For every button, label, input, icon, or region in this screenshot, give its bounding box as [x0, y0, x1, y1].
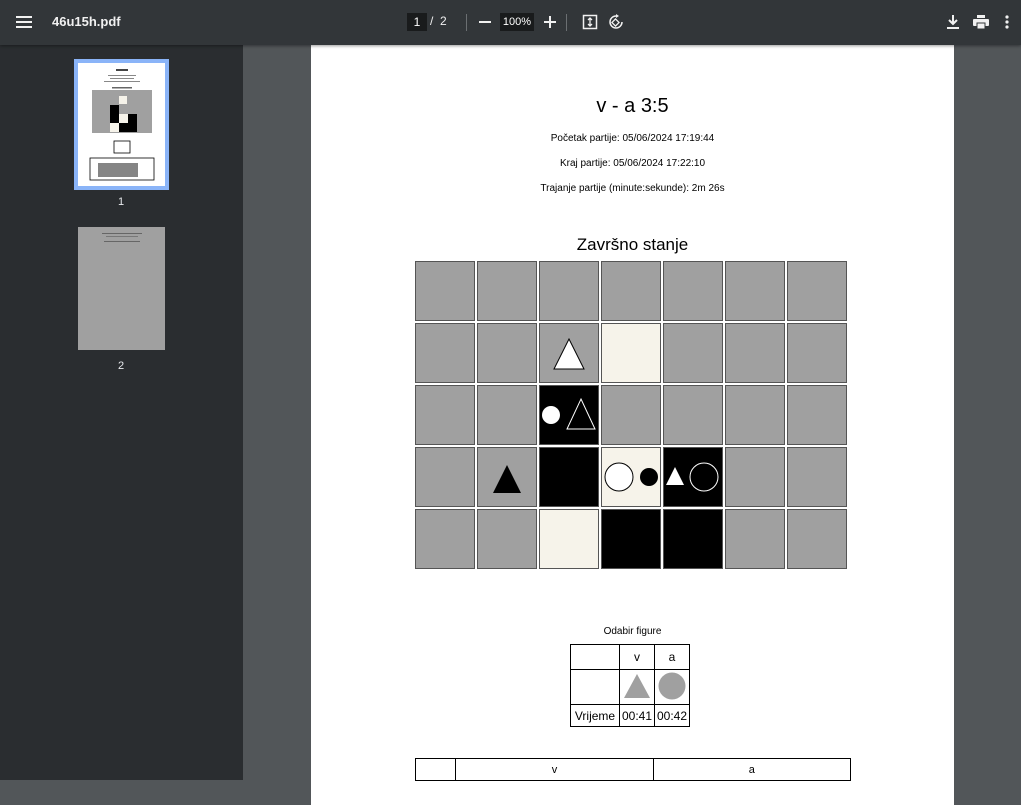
selection-time-cell: 00:42 [654, 704, 690, 727]
board-cell [725, 385, 785, 445]
board-cell [787, 447, 847, 507]
board-cell [477, 509, 537, 569]
board-cell [601, 385, 661, 445]
moves-header-cell: v [455, 758, 654, 781]
toolbar-divider [566, 14, 567, 31]
fit-page-button[interactable] [579, 11, 601, 33]
board-cell [725, 323, 785, 383]
board-cell [477, 323, 537, 383]
white-triangle-and-circle-pieces [666, 462, 719, 492]
white-triangle-piece [553, 337, 585, 370]
board-cell [415, 385, 475, 445]
download-icon [947, 15, 959, 29]
triangle-icon [624, 673, 650, 698]
board-cell [725, 447, 785, 507]
selection-figure-cell [619, 669, 655, 705]
zoom-input[interactable]: 100% [500, 13, 534, 31]
selection-header-cell: v [619, 644, 655, 670]
minus-icon [479, 21, 491, 23]
board-cell [725, 509, 785, 569]
board-cell [725, 261, 785, 321]
board-cell [539, 261, 599, 321]
board-cell [415, 261, 475, 321]
board-cell [601, 509, 661, 569]
board-cell [663, 385, 723, 445]
board-cell [477, 261, 537, 321]
download-button[interactable] [943, 11, 963, 33]
page-thumbnail-1[interactable] [74, 59, 169, 190]
printer-icon [973, 15, 989, 29]
selection-time-cell: 00:41 [619, 704, 655, 727]
moves-table: v a [414, 758, 852, 781]
thumbnail-number: 2 [117, 360, 125, 372]
game-duration: Trajanje partije (minute:sekunde): 2m 26… [540, 183, 725, 194]
board-cell [415, 323, 475, 383]
pdf-toolbar: 46u15h.pdf 1 / 2 100% [0, 0, 1021, 45]
page-separator: / [430, 14, 434, 28]
board-cell [663, 509, 723, 569]
board-cell [601, 261, 661, 321]
rotate-button[interactable] [605, 11, 627, 33]
black-triangle-piece [493, 465, 521, 493]
page-2-preview [78, 227, 165, 350]
game-start-time: Početak partije: 05/06/2024 17:19:44 [550, 133, 715, 144]
board-cell [601, 323, 661, 383]
circle-icon [658, 672, 686, 699]
more-vert-icon [1005, 15, 1009, 29]
selection-figure-cell [654, 669, 690, 705]
game-end-time: Kraj partije: 05/06/2024 17:22:10 [559, 158, 706, 169]
board-cell [663, 261, 723, 321]
selection-table: v a Vrijeme 00:41 00:42 [570, 644, 690, 727]
selection-caption: Odabir figure [603, 626, 662, 637]
selection-header-cell [570, 644, 620, 670]
page-1-preview [78, 63, 165, 186]
game-title: v - a 3:5 [596, 95, 669, 117]
thumbnail-number: 1 [117, 196, 125, 208]
board-cell [787, 323, 847, 383]
fit-to-page-icon [582, 14, 598, 30]
page-thumbnail-2[interactable] [78, 227, 165, 350]
rotate-icon [609, 14, 623, 29]
board-cell [539, 447, 599, 507]
board-cell [787, 261, 847, 321]
zoom-out-button[interactable] [476, 11, 494, 33]
zoom-in-button[interactable] [542, 11, 558, 33]
print-button[interactable] [970, 11, 992, 33]
moves-header-cell: a [652, 758, 852, 781]
board-cell [663, 323, 723, 383]
more-actions-button[interactable] [1000, 11, 1014, 33]
board-cell [415, 447, 475, 507]
board-cell [539, 509, 599, 569]
page-number-input[interactable]: 1 [407, 13, 427, 31]
selection-figure-cell [570, 669, 620, 705]
board-cell [787, 509, 847, 569]
plus-icon [544, 16, 556, 28]
board-cell [415, 509, 475, 569]
white-and-black-circle-pieces [604, 462, 658, 492]
white-circle-and-triangle-pieces [542, 397, 596, 430]
page-total: 2 [440, 14, 447, 28]
thumbnail-sidebar: 1 2 [0, 45, 243, 780]
document-page: v - a 3:5 Početak partije: 05/06/2024 17… [311, 45, 954, 805]
moves-header-cell [414, 758, 457, 781]
board-cell [477, 385, 537, 445]
toolbar-divider [466, 14, 467, 31]
board-title: Završno stanje [576, 235, 689, 254]
board-cell [787, 385, 847, 445]
selection-header-cell: a [654, 644, 690, 670]
menu-icon[interactable] [10, 8, 38, 36]
document-title: 46u15h.pdf [52, 14, 121, 29]
selection-time-label: Vrijeme [570, 704, 620, 727]
